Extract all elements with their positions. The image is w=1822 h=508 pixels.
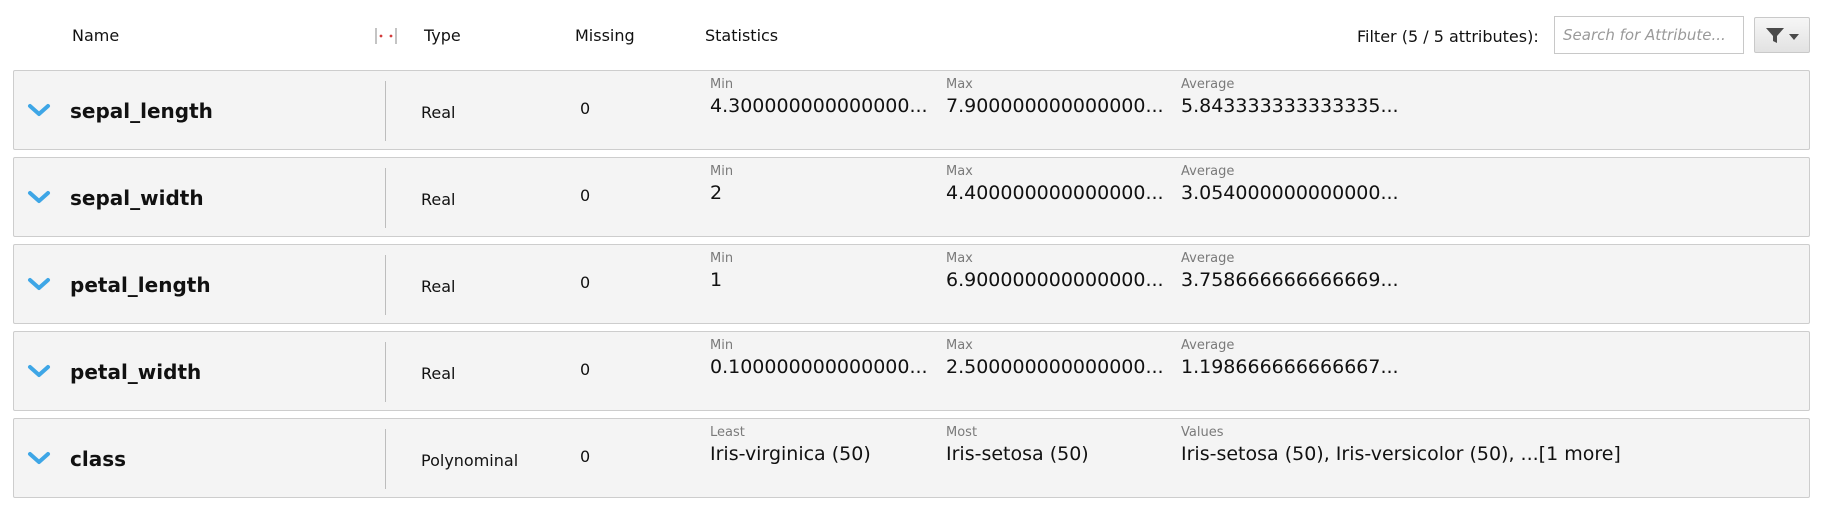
column-divider xyxy=(385,342,386,402)
statistic-2: Max 4.400000000000000... xyxy=(946,164,1164,205)
attribute-missing-count: 0 xyxy=(580,273,591,292)
statistic-1: Min 4.300000000000000... xyxy=(710,77,928,118)
statistic-value: 1.198666666666667... xyxy=(1181,356,1399,378)
attribute-name: petal_length xyxy=(70,273,211,297)
statistic-value: 4.300000000000000... xyxy=(710,95,928,117)
chevron-down-icon[interactable] xyxy=(27,362,51,380)
chevron-down-icon[interactable] xyxy=(27,449,51,467)
statistic-1: Min 0.100000000000000... xyxy=(710,338,928,379)
statistic-value: 2 xyxy=(710,182,723,204)
column-divider xyxy=(385,168,386,228)
statistic-value: 6.900000000000000... xyxy=(946,269,1164,291)
attribute-row-sepal-length[interactable]: sepal_length Real 0 Min 4.30000000000000… xyxy=(13,70,1810,150)
statistic-label: Average xyxy=(1181,251,1235,266)
statistic-value: 3.054000000000000... xyxy=(1181,182,1399,204)
statistic-value: Iris-virginica (50) xyxy=(710,443,871,465)
statistic-label: Max xyxy=(946,251,973,266)
statistic-label: Most xyxy=(946,425,978,440)
statistic-label: Min xyxy=(710,77,734,92)
statistic-value: 2.500000000000000... xyxy=(946,356,1164,378)
statistic-3: Average 1.198666666666667... xyxy=(1181,338,1399,379)
statistic-2: Max 2.500000000000000... xyxy=(946,338,1164,379)
statistic-label: Least xyxy=(710,425,745,440)
attribute-row-sepal-width[interactable]: sepal_width Real 0 Min 2 Max 4.400000000… xyxy=(13,157,1810,237)
column-resize-handle-icon[interactable] xyxy=(374,27,398,45)
statistic-label: Min xyxy=(710,251,734,266)
statistic-label: Max xyxy=(946,164,973,179)
statistic-value: Iris-setosa (50) xyxy=(946,443,1089,465)
column-divider xyxy=(385,81,386,141)
attribute-missing-count: 0 xyxy=(580,360,591,379)
statistic-value: 7.900000000000000... xyxy=(946,95,1164,117)
filter-dropdown-button[interactable] xyxy=(1754,17,1810,53)
statistic-3: Average 3.054000000000000... xyxy=(1181,164,1399,205)
attribute-search-input[interactable] xyxy=(1554,16,1744,54)
statistic-value: Iris-setosa (50), Iris-versicolor (50), … xyxy=(1181,443,1621,465)
statistic-1: Min 2 xyxy=(710,164,733,205)
statistic-label: Min xyxy=(710,338,734,353)
column-divider xyxy=(385,429,386,489)
statistic-2: Max 7.900000000000000... xyxy=(946,77,1164,118)
statistic-value: 3.758666666666669... xyxy=(1181,269,1399,291)
chevron-down-icon[interactable] xyxy=(27,188,51,206)
attribute-row-class[interactable]: class Polynominal 0 Least Iris-virginica… xyxy=(13,418,1810,498)
column-header-statistics: Statistics xyxy=(705,26,779,45)
statistic-2: Most Iris-setosa (50) xyxy=(946,425,1089,466)
statistic-value: 5.843333333333335... xyxy=(1181,95,1399,117)
statistic-3: Average 3.758666666666669... xyxy=(1181,251,1399,292)
attribute-missing-count: 0 xyxy=(580,186,591,205)
statistic-3: Average 5.843333333333335... xyxy=(1181,77,1399,118)
statistic-label: Max xyxy=(946,77,973,92)
statistic-3: Values Iris-setosa (50), Iris-versicolor… xyxy=(1181,425,1621,466)
attribute-row-petal-length[interactable]: petal_length Real 0 Min 1 Max 6.90000000… xyxy=(13,244,1810,324)
attribute-type: Polynominal xyxy=(421,451,519,470)
column-header-type[interactable]: Type xyxy=(424,26,461,45)
attribute-name: petal_width xyxy=(70,360,202,384)
statistic-2: Max 6.900000000000000... xyxy=(946,251,1164,292)
statistic-value: 4.400000000000000... xyxy=(946,182,1164,204)
column-divider xyxy=(385,255,386,315)
statistic-value: 0.100000000000000... xyxy=(710,356,928,378)
filter-label: Filter (5 / 5 attributes): xyxy=(1357,27,1539,46)
statistic-label: Max xyxy=(946,338,973,353)
statistic-label: Average xyxy=(1181,77,1235,92)
attribute-name: class xyxy=(70,447,127,471)
column-header-missing[interactable]: Missing xyxy=(575,26,635,45)
statistic-label: Average xyxy=(1181,164,1235,179)
statistic-1: Min 1 xyxy=(710,251,733,292)
attribute-missing-count: 0 xyxy=(580,447,591,466)
attribute-type: Real xyxy=(421,190,456,209)
chevron-down-icon[interactable] xyxy=(27,101,51,119)
statistic-label: Min xyxy=(710,164,734,179)
attribute-name: sepal_width xyxy=(70,186,204,210)
attribute-type: Real xyxy=(421,364,456,383)
attribute-missing-count: 0 xyxy=(580,99,591,118)
column-header-name[interactable]: Name xyxy=(72,26,119,45)
statistic-label: Values xyxy=(1181,425,1224,440)
attribute-type: Real xyxy=(421,103,456,122)
funnel-icon xyxy=(1766,28,1799,43)
attribute-type: Real xyxy=(421,277,456,296)
column-header-bar: Name Type Missing Statistics Filter (5 /… xyxy=(0,0,1822,70)
statistic-1: Least Iris-virginica (50) xyxy=(710,425,871,466)
statistic-label: Average xyxy=(1181,338,1235,353)
attribute-name: sepal_length xyxy=(70,99,213,123)
statistic-value: 1 xyxy=(710,269,723,291)
chevron-down-icon[interactable] xyxy=(27,275,51,293)
attribute-row-petal-width[interactable]: petal_width Real 0 Min 0.100000000000000… xyxy=(13,331,1810,411)
